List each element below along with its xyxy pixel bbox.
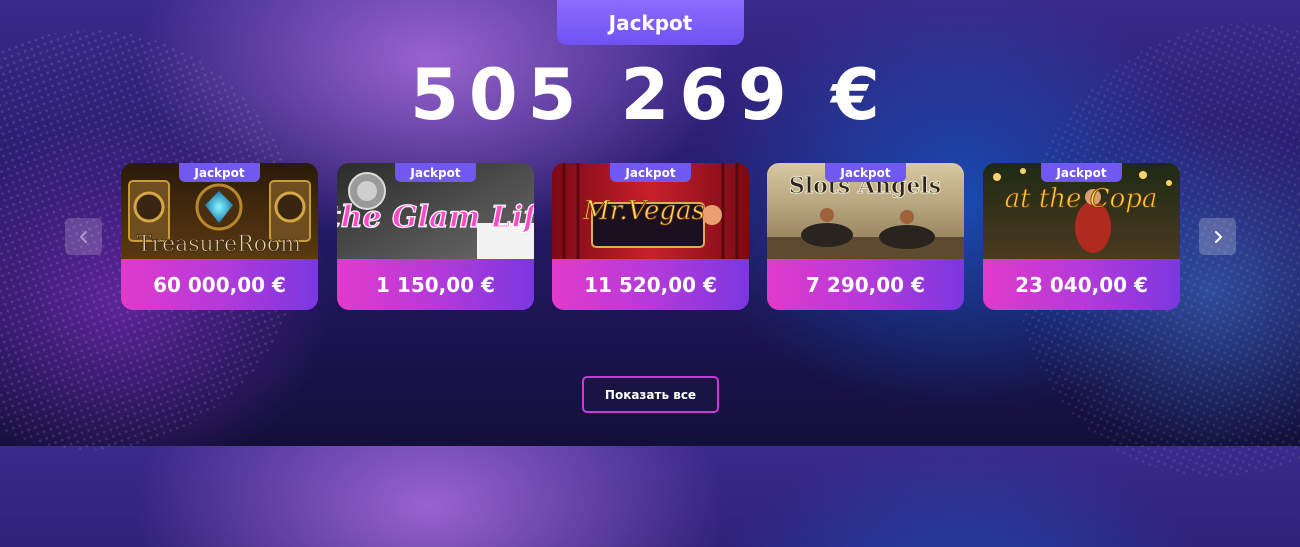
thumbnail-title: at the Copa [1005, 184, 1158, 214]
jackpot-badge: Jackpot [1041, 163, 1122, 182]
jackpot-badge: Jackpot [610, 163, 691, 182]
jackpot-badge: Jackpot [395, 163, 476, 182]
thumbnail-title: the Glam Life [337, 200, 534, 235]
jackpot-badge: Jackpot [179, 163, 260, 182]
jackpot-amount: 1 150,00 € [337, 259, 534, 310]
jackpot-game-card[interactable]: Mr.Vegas Jackpot 11 520,00 € [552, 163, 749, 310]
thumbnail-title: Mr.Vegas [582, 196, 705, 226]
jackpot-total-amount: 505 269 € [410, 54, 890, 136]
jackpot-amount: 7 290,00 € [767, 259, 964, 310]
jackpot-game-card[interactable]: Slots Angels Jackpot 7 290,00 € [767, 163, 964, 310]
jackpot-badge: Jackpot [825, 163, 906, 182]
carousel-next-button[interactable] [1199, 218, 1236, 255]
carousel-prev-button[interactable] [65, 218, 102, 255]
jackpot-game-card[interactable]: TreasureRoom Jackpot 60 000,00 € [121, 163, 318, 310]
jackpot-game-card[interactable]: the Glam Life Jackpot 1 150,00 € [337, 163, 534, 310]
jackpot-amount: 23 040,00 € [983, 259, 1180, 310]
thumbnail-title: TreasureRoom [137, 232, 301, 257]
jackpot-amount: 60 000,00 € [121, 259, 318, 310]
jackpot-game-card[interactable]: at the Copa Jackpot 23 040,00 € [983, 163, 1180, 310]
chevron-right-icon [1214, 230, 1222, 243]
show-all-button[interactable]: Показать все [582, 376, 719, 413]
chevron-left-icon [79, 230, 87, 243]
jackpot-amount: 11 520,00 € [552, 259, 749, 310]
jackpot-tab: Jackpot [557, 0, 744, 45]
